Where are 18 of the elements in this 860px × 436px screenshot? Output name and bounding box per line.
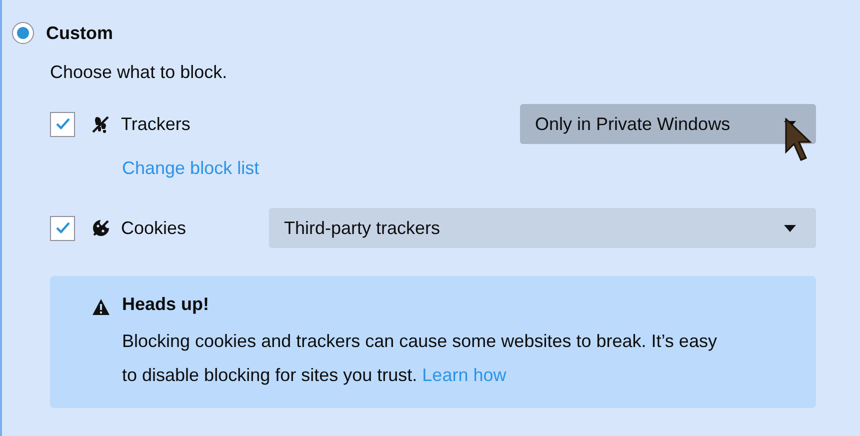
checkbox[interactable] (50, 112, 75, 136)
checkmark-icon (54, 221, 70, 235)
checkbox[interactable] (50, 216, 75, 240)
mouse-cursor-icon (785, 118, 813, 164)
dropdown[interactable]: Only in Private Windows (520, 104, 816, 144)
checkbox-label[interactable]: Trackers (121, 114, 269, 134)
warning-icon (92, 298, 110, 316)
cookie-blocked-icon (91, 218, 111, 238)
tracker-blocked-icon (91, 114, 111, 134)
notice-text: Blocking cookies and trackers can cause some websites to break. It’s easy to disable blocking for sites you trust. Learn how (122, 330, 718, 387)
caret-icon (784, 224, 796, 232)
radio-button[interactable] (12, 22, 34, 44)
checkmark-icon (54, 117, 70, 131)
instruction-text: Choose what to block. (50, 62, 228, 84)
checkbox-label[interactable]: Cookies (121, 218, 269, 238)
dropdown[interactable]: Third-party trackers (269, 208, 816, 248)
notice-title: Heads up! (122, 294, 210, 316)
custom-option-label[interactable]: Custom (46, 22, 113, 44)
